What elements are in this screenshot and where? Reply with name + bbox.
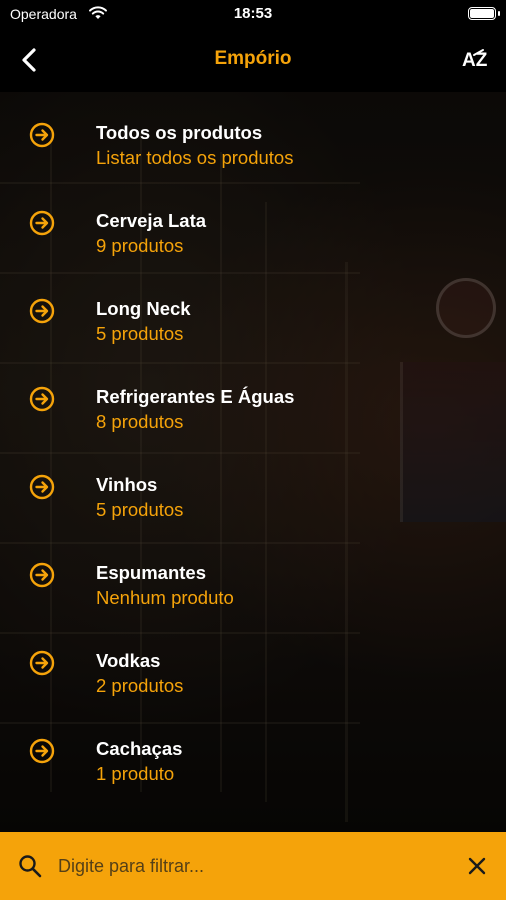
category-title: Cachaças xyxy=(96,738,183,759)
category-subtitle: 2 produtos xyxy=(96,675,184,696)
filter-input[interactable] xyxy=(58,849,438,883)
category-subtitle: Listar todos os produtos xyxy=(96,147,294,168)
svg-text:AZ: AZ xyxy=(462,50,488,71)
arrow-circle-right-icon xyxy=(29,210,55,236)
arrow-circle-right-icon xyxy=(29,650,55,676)
category-subtitle: Nenhum produto xyxy=(96,587,234,608)
arrow-circle-right-icon xyxy=(29,122,55,148)
category-item-vinhos[interactable]: Vinhos 5 produtos xyxy=(0,444,506,532)
filter-bar xyxy=(0,832,506,900)
category-title: Espumantes xyxy=(96,562,207,583)
category-content: Todos os produtos Listar todos os produt… xyxy=(0,92,506,832)
arrow-circle-right-icon xyxy=(29,386,55,412)
category-title: Vinhos xyxy=(96,474,158,495)
category-subtitle: 1 produto xyxy=(96,763,175,784)
clock: 18:53 xyxy=(233,5,273,22)
arrow-circle-right-icon xyxy=(29,474,55,500)
category-title: Refrigerantes E Águas xyxy=(96,386,295,407)
category-subtitle: 8 produtos xyxy=(96,411,184,432)
navigation-bar: Empório AZ xyxy=(0,28,506,92)
sort-az-icon: AZ xyxy=(462,49,488,71)
category-item-refrigerantes-e-aguas[interactable]: Refrigerantes E Águas 8 produtos xyxy=(0,356,506,444)
category-title: Cerveja Lata xyxy=(96,210,207,231)
category-item-espumantes[interactable]: Espumantes Nenhum produto xyxy=(0,532,506,620)
arrow-circle-right-icon xyxy=(29,738,55,764)
category-subtitle: 9 produtos xyxy=(96,235,184,256)
clear-filter-button[interactable] xyxy=(462,851,492,881)
category-item-cachacas[interactable]: Cachaças 1 produto xyxy=(0,708,506,796)
arrow-circle-right-icon xyxy=(29,562,55,588)
category-subtitle: 5 produtos xyxy=(96,323,184,344)
category-title: Vodkas xyxy=(96,650,161,671)
battery-icon xyxy=(468,7,500,20)
category-title: Todos os produtos xyxy=(96,122,263,143)
arrow-circle-right-icon xyxy=(29,298,55,324)
category-item-todos-os-produtos[interactable]: Todos os produtos Listar todos os produt… xyxy=(0,92,506,180)
search-icon xyxy=(19,855,42,878)
sort-az-button[interactable]: AZ xyxy=(458,42,494,78)
category-item-vodkas[interactable]: Vodkas 2 produtos xyxy=(0,620,506,708)
category-item-cerveja-lata[interactable]: Cerveja Lata 9 produtos xyxy=(0,180,506,268)
close-icon xyxy=(468,857,486,875)
category-item-long-neck[interactable]: Long Neck 5 produtos xyxy=(0,268,506,356)
status-bar: Operadora 18:53 xyxy=(0,0,506,28)
category-subtitle: 5 produtos xyxy=(96,499,184,520)
page-title: Empório xyxy=(214,48,292,69)
category-title: Long Neck xyxy=(96,298,191,319)
